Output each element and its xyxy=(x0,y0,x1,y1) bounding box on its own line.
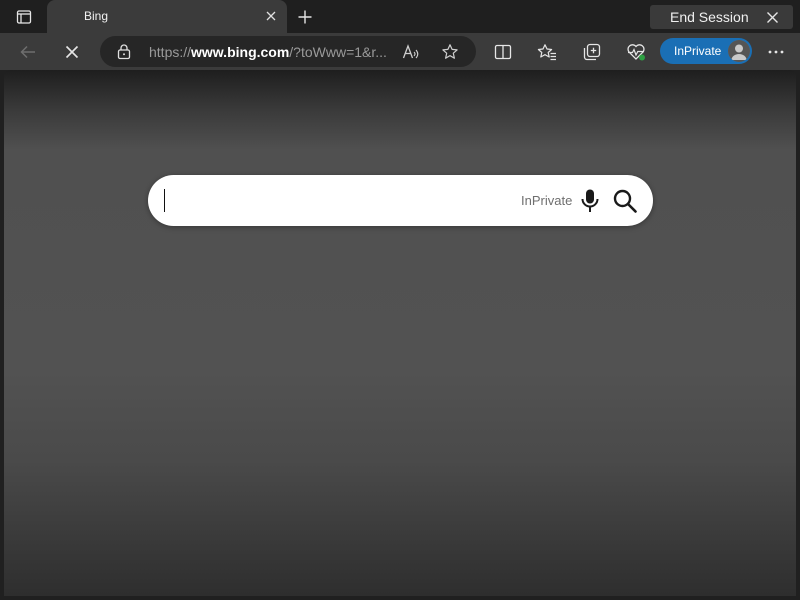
page-content: InPrivate xyxy=(4,70,796,596)
inprivate-label: InPrivate xyxy=(674,44,722,58)
browser-essentials-button[interactable] xyxy=(621,37,651,67)
url-domain: www.bing.com xyxy=(191,44,290,60)
inprivate-indicator: InPrivate xyxy=(521,193,573,208)
tab-close-button[interactable] xyxy=(263,8,279,24)
close-icon xyxy=(266,11,276,21)
star-icon xyxy=(442,44,458,59)
voice-search-button[interactable] xyxy=(578,187,602,215)
avatar xyxy=(728,40,750,62)
end-session-label: End Session xyxy=(670,9,749,25)
close-icon xyxy=(766,11,778,23)
tab-actions-button[interactable] xyxy=(8,5,40,29)
heart-pulse-icon xyxy=(627,44,645,61)
split-screen-button[interactable] xyxy=(488,37,518,67)
text-cursor xyxy=(164,189,165,212)
avatar-icon xyxy=(728,40,750,62)
search-box[interactable]: InPrivate xyxy=(148,175,653,226)
read-aloud-icon xyxy=(402,44,419,59)
back-button[interactable] xyxy=(13,37,43,67)
tab-title: Bing xyxy=(84,9,109,23)
more-button[interactable] xyxy=(761,37,791,67)
search-icon xyxy=(613,189,637,213)
end-session-close-button[interactable] xyxy=(765,10,779,24)
search-input[interactable] xyxy=(162,189,502,213)
read-aloud-button[interactable] xyxy=(401,42,421,62)
url-suffix: /?toWww=1&r... xyxy=(289,44,387,60)
stop-icon xyxy=(65,45,79,59)
stop-loading-button[interactable] xyxy=(57,37,87,67)
lock-icon[interactable] xyxy=(116,43,132,60)
collections-button[interactable] xyxy=(577,37,607,67)
end-session-button[interactable]: End Session xyxy=(650,5,793,29)
address-bar[interactable]: https://www.bing.com/?toWww=1&r... xyxy=(100,36,476,67)
arrow-left-icon xyxy=(20,45,35,59)
add-favorite-button[interactable] xyxy=(440,42,460,62)
favorites-button[interactable] xyxy=(532,37,562,67)
more-icon xyxy=(768,50,784,54)
tab-actions-icon xyxy=(16,10,32,24)
tab-strip: Bing End Session xyxy=(0,0,800,33)
search-button[interactable] xyxy=(611,187,639,215)
url-prefix: https:// xyxy=(149,44,192,60)
new-tab-button[interactable] xyxy=(292,5,318,29)
favorites-icon xyxy=(537,44,556,61)
collections-icon xyxy=(583,43,601,61)
tab-bing[interactable]: Bing xyxy=(47,0,287,33)
browser-window: Bing End Session https://www.bing.com/?t… xyxy=(0,0,800,600)
split-screen-icon xyxy=(494,44,512,60)
microphone-icon xyxy=(581,189,599,212)
plus-icon xyxy=(298,10,312,24)
url-text[interactable]: https://www.bing.com/?toWww=1&r... xyxy=(149,44,387,60)
inprivate-button[interactable]: InPrivate xyxy=(660,38,752,64)
navigation-toolbar: https://www.bing.com/?toWww=1&r... InPri… xyxy=(0,33,800,70)
